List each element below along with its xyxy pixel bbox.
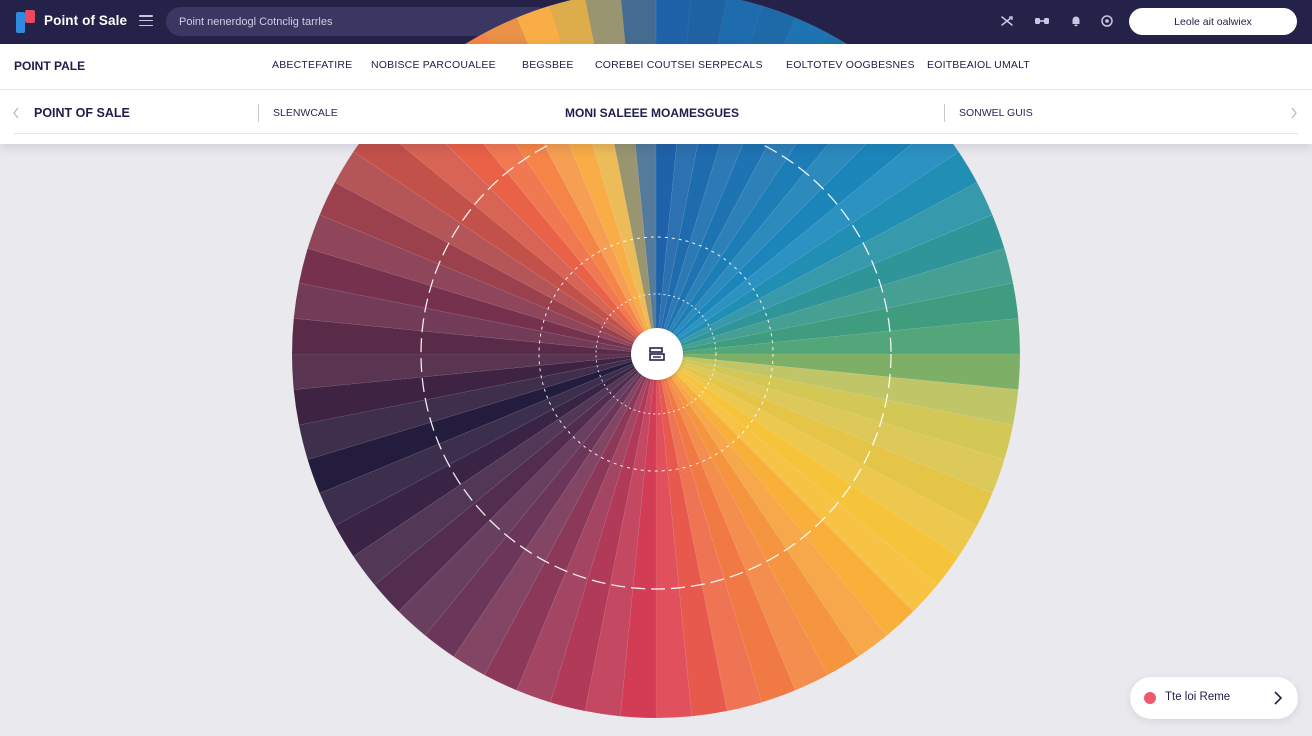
nav-tab-1[interactable]: ABECTEFATIRE xyxy=(272,59,352,71)
chevron-left-icon[interactable] xyxy=(12,107,20,119)
chevron-right-icon[interactable] xyxy=(1290,107,1298,119)
section-title: POINT OF SALE xyxy=(34,106,130,120)
nav-tab-5[interactable]: EOLTOTEV OOGBESNES xyxy=(786,59,915,71)
header-panel: POINT PALE ABECTEFATIRE NOBISCE PARCOUAL… xyxy=(0,44,1312,144)
sub-header-title: MONI SALEEE MOAMESGUES xyxy=(565,106,740,120)
register-icon xyxy=(649,347,665,361)
vertical-divider xyxy=(258,104,259,122)
floating-chip[interactable]: Tte loi Reme xyxy=(1130,677,1298,719)
nav-tab-3[interactable]: BEGSBEE xyxy=(522,59,574,71)
nav-tab-6[interactable]: EOITBEAIOL UMALT xyxy=(927,59,1030,71)
header-divider xyxy=(0,89,1312,90)
vertical-divider xyxy=(944,104,945,122)
sub-nav-item-right[interactable]: SONWEL GUIS xyxy=(959,107,1033,119)
nav-tab-4[interactable]: COREBEI COUTSEI SERPECALS xyxy=(595,59,763,71)
chip-label: Tte loi Reme xyxy=(1165,691,1231,703)
nav-tab-2[interactable]: NOBISCE PARCOUALEE xyxy=(371,59,496,71)
sub-header-divider xyxy=(14,133,1298,134)
wheel-center-button[interactable] xyxy=(631,328,683,380)
sub-nav-item-left[interactable]: SLENWCALE xyxy=(273,107,338,119)
status-dot xyxy=(1144,692,1156,704)
brand-label: POINT PALE xyxy=(14,59,86,73)
chevron-right-icon[interactable] xyxy=(1273,691,1283,705)
